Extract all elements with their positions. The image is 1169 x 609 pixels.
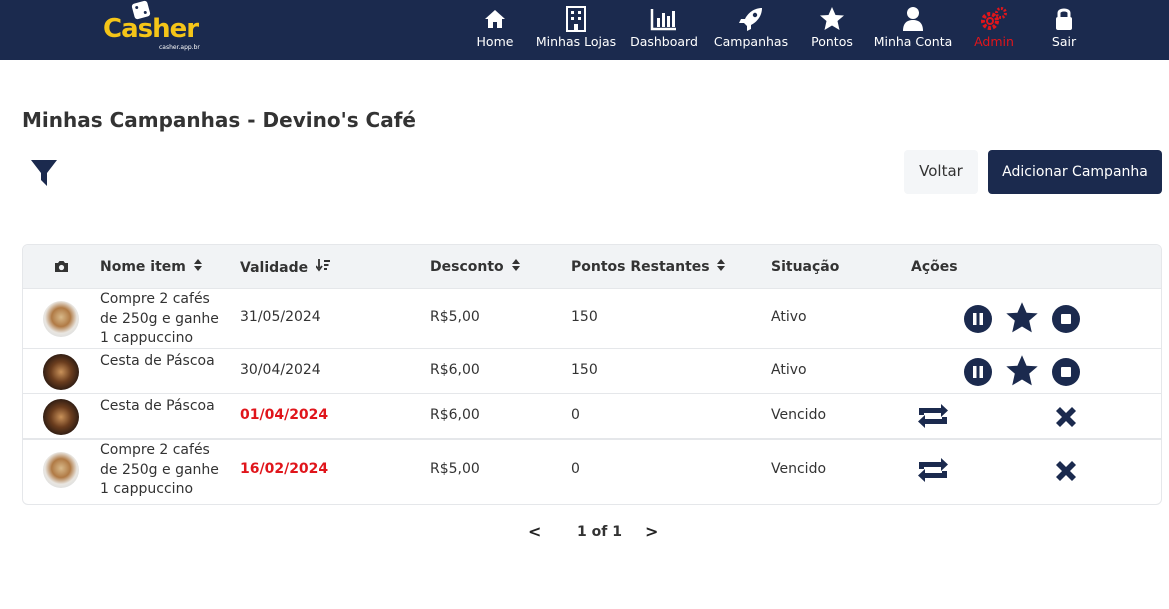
- stop-icon[interactable]: [1051, 357, 1081, 387]
- item-thumbnail: [43, 452, 79, 488]
- filter-icon[interactable]: [30, 158, 58, 188]
- previous-page-button[interactable]: <: [528, 522, 541, 541]
- page-title: Minhas Campanhas - Devino's Café: [22, 108, 416, 132]
- item-points: 0: [571, 407, 580, 423]
- sort-desc-icon: [315, 259, 330, 272]
- item-validity: 31/05/2024: [240, 309, 321, 325]
- item-points: 150: [571, 309, 598, 325]
- gears-icon: [981, 7, 1007, 30]
- nav-minha-conta[interactable]: Minha Conta: [870, 6, 956, 54]
- add-campaign-button[interactable]: Adicionar Campanha: [988, 150, 1162, 194]
- item-discount: R$5,00: [430, 309, 480, 325]
- nav-campanhas-label: Campanhas: [713, 34, 789, 49]
- camera-icon: [55, 261, 68, 272]
- nav-dashboard-label: Dashboard: [630, 34, 698, 49]
- nav-pontos-label: Pontos: [811, 34, 853, 49]
- star-icon[interactable]: [1005, 354, 1039, 388]
- table-row: Cesta de Páscoa 30/04/2024 R$6,00 150 At…: [23, 349, 1161, 394]
- item-status: Ativo: [771, 309, 807, 325]
- sort-icon: [717, 259, 726, 271]
- pause-icon[interactable]: [963, 357, 993, 387]
- nav-admin[interactable]: Admin: [970, 6, 1018, 54]
- delete-icon[interactable]: [1053, 458, 1079, 484]
- building-icon: [566, 6, 586, 32]
- nav-minhas-lojas[interactable]: Minhas Lojas: [534, 6, 618, 54]
- nav-pontos[interactable]: Pontos: [808, 6, 856, 54]
- item-validity: 30/04/2024: [240, 362, 321, 378]
- header-actions: Ações: [911, 259, 958, 275]
- nav-home-label: Home: [476, 34, 514, 49]
- item-status: Vencido: [771, 407, 827, 423]
- star-icon: [820, 7, 844, 30]
- item-status: Vencido: [771, 461, 827, 477]
- back-button[interactable]: Voltar: [904, 150, 978, 194]
- item-name: Compre 2 cafés de 250g e ganhe 1 cappucc…: [100, 291, 219, 346]
- nav-dashboard[interactable]: Dashboard: [626, 6, 702, 54]
- item-name: Compre 2 cafés de 250g e ganhe 1 cappucc…: [100, 442, 219, 497]
- table-row: Compre 2 cafés de 250g e ganhe 1 cappucc…: [23, 440, 1161, 504]
- item-thumbnail: [43, 399, 79, 435]
- pagination-status: 1 of 1: [577, 524, 622, 540]
- sort-icon: [193, 259, 202, 271]
- next-page-button[interactable]: >: [645, 522, 658, 541]
- item-thumbnail: [43, 301, 79, 337]
- pause-icon[interactable]: [963, 304, 993, 334]
- item-discount: R$6,00: [430, 407, 480, 423]
- header-discount[interactable]: Desconto: [430, 259, 520, 275]
- nav-sair-label: Sair: [1051, 34, 1077, 49]
- star-icon[interactable]: [1005, 301, 1039, 335]
- header-name[interactable]: Nome item: [100, 259, 202, 275]
- header-status: Situação: [771, 259, 840, 275]
- table-row: Compre 2 cafés de 250g e ganhe 1 cappucc…: [23, 289, 1161, 349]
- item-name: Cesta de Páscoa: [100, 398, 215, 414]
- item-points: 0: [571, 461, 580, 477]
- header-name-label: Nome item: [100, 259, 186, 275]
- nav-admin-label: Admin: [974, 34, 1014, 49]
- renew-icon[interactable]: [915, 402, 951, 430]
- casher-logo[interactable]: Casher casher.app.br: [103, 0, 203, 52]
- item-discount: R$6,00: [430, 362, 480, 378]
- top-navbar: Casher casher.app.br Home Minhas Lojas D…: [0, 0, 1169, 60]
- table-header: Nome item Validade Desconto Pontos Resta…: [23, 245, 1161, 289]
- user-icon: [903, 7, 923, 31]
- nav-home[interactable]: Home: [470, 6, 520, 54]
- header-validity[interactable]: Validade: [240, 259, 330, 276]
- stop-icon[interactable]: [1051, 304, 1081, 334]
- item-status: Ativo: [771, 362, 807, 378]
- item-name: Cesta de Páscoa: [100, 353, 215, 369]
- nav-minha-conta-label: Minha Conta: [873, 34, 953, 49]
- header-discount-label: Desconto: [430, 259, 504, 275]
- nav-minhas-lojas-label: Minhas Lojas: [535, 34, 617, 49]
- item-thumbnail: [43, 354, 79, 390]
- campaigns-table: Nome item Validade Desconto Pontos Resta…: [22, 244, 1162, 505]
- lock-icon: [1056, 8, 1072, 30]
- sort-icon: [511, 259, 520, 271]
- nav-sair[interactable]: Sair: [1046, 6, 1082, 54]
- logo-domain: casher.app.br: [159, 44, 200, 51]
- item-points: 150: [571, 362, 598, 378]
- item-validity: 16/02/2024: [240, 461, 329, 477]
- renew-icon[interactable]: [915, 456, 951, 484]
- item-validity: 01/04/2024: [240, 407, 329, 423]
- header-validity-label: Validade: [240, 260, 309, 276]
- header-points-label: Pontos Restantes: [571, 259, 710, 275]
- item-discount: R$5,00: [430, 461, 480, 477]
- logo-text: Casher: [103, 14, 199, 44]
- home-icon: [485, 10, 505, 28]
- bar-chart-icon: [650, 9, 676, 31]
- table-row: Cesta de Páscoa 01/04/2024 R$6,00 0 Venc…: [23, 394, 1161, 440]
- header-points[interactable]: Pontos Restantes: [571, 259, 726, 275]
- rocket-icon: [739, 8, 762, 31]
- nav-campanhas[interactable]: Campanhas: [710, 6, 792, 54]
- delete-icon[interactable]: [1053, 404, 1079, 430]
